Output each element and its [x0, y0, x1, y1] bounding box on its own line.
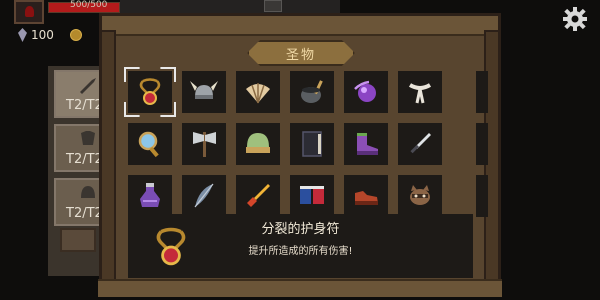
relic-window: 圣物 分裂的护身符 提升所造成的所有伤害!: [98, 13, 502, 297]
fire-sword-icon: [247, 184, 270, 207]
resource-row: 100: [18, 28, 82, 42]
side-tab-label: T2/T2: [66, 152, 103, 167]
player-portrait[interactable]: [14, 0, 44, 24]
window-bottom-beam: [98, 279, 502, 297]
window-top-beam: [102, 16, 498, 36]
sword-icon: [80, 78, 96, 94]
side-panel-chest: [60, 228, 96, 252]
relic-slot-partial: [476, 175, 488, 217]
green-dome-icon: [246, 133, 270, 153]
relic-slot[interactable]: [182, 123, 226, 165]
dungeon-background: [120, 0, 340, 14]
window-title-plate: 圣物: [247, 40, 355, 66]
gem-icon: [18, 28, 27, 42]
relic-slot-partial: [476, 71, 488, 113]
calendar-icon: [300, 186, 324, 204]
relic-slot[interactable]: [290, 71, 334, 113]
relic-slot[interactable]: [344, 175, 388, 217]
purple-orb-icon: [354, 80, 376, 102]
dungeon-block: [264, 0, 282, 12]
relic-slot[interactable]: [182, 175, 226, 217]
fan-icon: [246, 83, 270, 104]
relic-slot[interactable]: [236, 175, 280, 217]
relic-name: 分裂的护身符: [261, 222, 340, 237]
purple-boot-icon: [357, 133, 378, 155]
coin-icon: [69, 29, 82, 41]
relic-slot-partial: [476, 123, 488, 165]
relic-slot[interactable]: [398, 175, 442, 217]
relic-slot[interactable]: [290, 175, 334, 217]
spellbook-icon: [302, 131, 322, 157]
amulet-icon: [139, 78, 161, 105]
relic-slot[interactable]: [398, 71, 442, 113]
relic-slot[interactable]: [290, 123, 334, 165]
side-tab-label: T2/T2: [66, 98, 103, 113]
purple-potion-icon: [140, 183, 160, 207]
relic-slot[interactable]: [344, 71, 388, 113]
feather-icon: [194, 183, 214, 208]
relic-slot[interactable]: [344, 123, 388, 165]
raccoon-icon: [410, 185, 430, 205]
relic-slot[interactable]: [182, 71, 226, 113]
side-tab-label: T2/T2: [66, 206, 103, 221]
bone-horn-icon: [408, 83, 432, 104]
window-pillar-left: [100, 30, 116, 284]
window-title: 圣物: [285, 47, 316, 63]
relic-slot[interactable]: [236, 71, 280, 113]
horned-helmet-icon: [190, 81, 218, 99]
gear-icon[interactable]: [562, 6, 588, 32]
relic-description: 提升所造成的所有伤害!: [248, 246, 353, 257]
dagger-icon: [410, 133, 431, 154]
cauldron-icon: [301, 80, 323, 103]
relic-grid: [128, 71, 475, 217]
double-axe-icon: [193, 132, 216, 157]
helmet-icon: [81, 186, 95, 198]
gem-count: 100: [31, 28, 54, 42]
hp-text: 500/500: [70, 0, 108, 10]
chestplate-icon: [81, 131, 95, 145]
relic-slot[interactable]: [128, 123, 172, 165]
relic-slot[interactable]: [398, 123, 442, 165]
relic-slot[interactable]: [128, 71, 172, 113]
red-shoe-icon: [355, 191, 378, 205]
relic-detail-panel: 分裂的护身符 提升所造成的所有伤害!: [128, 214, 473, 278]
magnifier-icon: [138, 131, 159, 158]
relic-slot[interactable]: [236, 123, 280, 165]
relic-slot[interactable]: [128, 175, 172, 217]
